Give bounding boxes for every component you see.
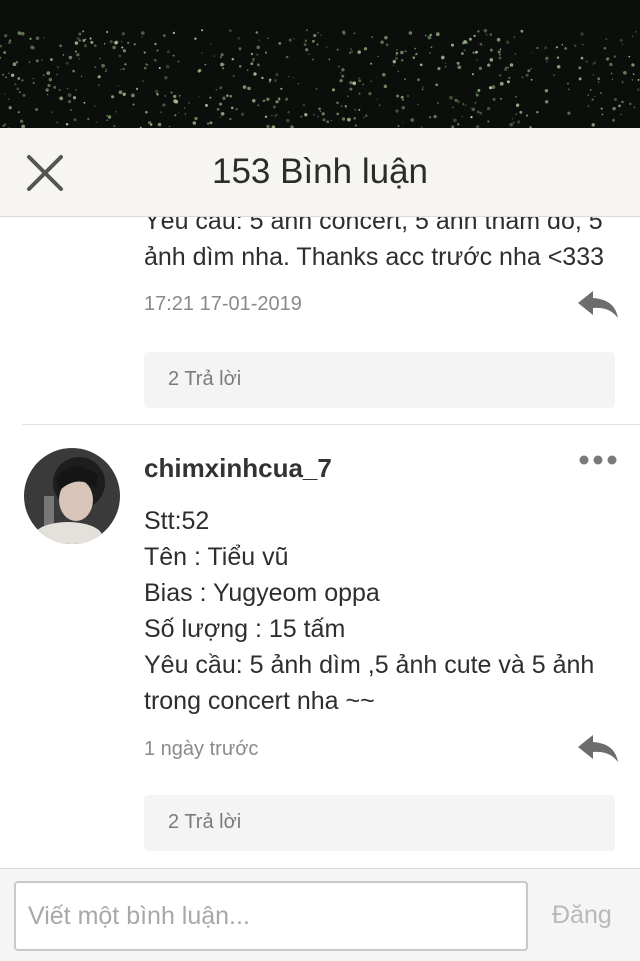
comments-list[interactable]: Yêu cầu: 5 ảnh concert, 5 ảnh thăm dò, 5… (0, 217, 640, 868)
reply-button[interactable] (576, 733, 620, 763)
comment-body: Stt:52 Tên : Tiểu vũ Bias : Yugyeom oppa… (144, 507, 595, 715)
comment-divider (22, 424, 640, 425)
comment-body: Yêu cầu: 5 ảnh concert, 5 ảnh thăm dò, 5… (144, 217, 605, 271)
reply-arrow-icon (578, 291, 618, 318)
comment-timestamp: 17:21 17-01-2019 (144, 293, 302, 315)
post-button[interactable]: Đăng (552, 901, 612, 930)
more-dots-icon (579, 455, 617, 465)
more-options-button[interactable] (578, 453, 618, 467)
view-replies-button[interactable]: 2 Trả lời (144, 352, 615, 408)
reply-arrow-icon (578, 735, 618, 762)
view-replies-button[interactable]: 2 Trả lời (144, 795, 615, 851)
page-title: 153 Bình luận (211, 152, 428, 191)
replies-count: 2 Trả lời (168, 811, 242, 833)
comment-timestamp: 1 ngày trước (144, 738, 259, 760)
user-avatar[interactable] (24, 448, 120, 544)
reply-button[interactable] (576, 289, 620, 319)
comment-input[interactable] (14, 881, 528, 951)
background-concert-image (0, 0, 640, 128)
comments-header: 153 Bình luận (0, 128, 640, 217)
comment-composer: Đăng (0, 868, 640, 961)
comment-username[interactable]: chimxinhcua_7 (144, 453, 332, 484)
replies-count: 2 Trả lời (168, 368, 242, 390)
